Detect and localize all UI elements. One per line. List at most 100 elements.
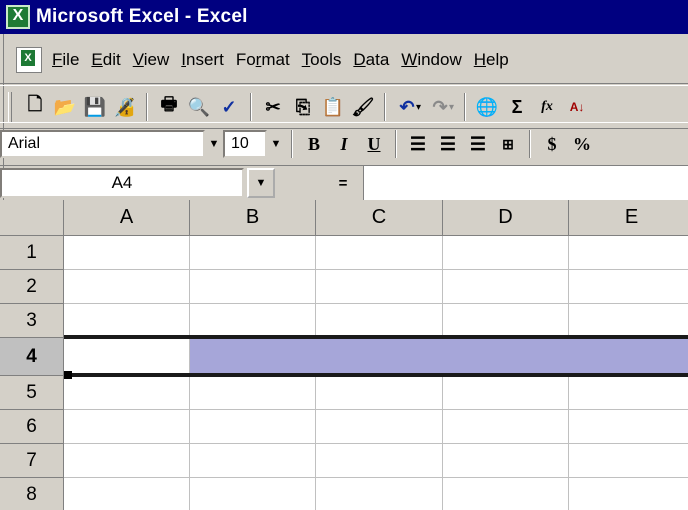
bold-button[interactable]: B (299, 129, 329, 159)
cell-b5[interactable] (190, 376, 316, 410)
print-preview-icon[interactable]: 🔍 (184, 92, 214, 122)
cell-d8[interactable] (443, 478, 569, 510)
menu-view[interactable]: View (133, 50, 170, 70)
cell-b6[interactable] (190, 410, 316, 444)
column-header-b[interactable]: B (190, 200, 316, 236)
font-name-field[interactable]: Arial (0, 130, 205, 158)
copy-icon[interactable]: ⎘ (288, 92, 318, 122)
cell-b3[interactable] (190, 304, 316, 338)
name-box[interactable]: A4 (0, 168, 244, 198)
currency-button[interactable]: $ (537, 129, 567, 159)
column-header-e[interactable]: E (569, 200, 688, 236)
menu-help[interactable]: Help (474, 50, 509, 70)
column-header-c[interactable]: C (316, 200, 443, 236)
spelling-icon[interactable]: ✓ (214, 92, 244, 122)
column-header-d[interactable]: D (443, 200, 569, 236)
cut-icon[interactable]: ✂ (258, 92, 288, 122)
cell-d5[interactable] (443, 376, 569, 410)
cell-d6[interactable] (443, 410, 569, 444)
cell-b4[interactable] (190, 338, 316, 376)
toolbar-grip[interactable] (8, 92, 12, 122)
align-left-icon[interactable]: ☰ (403, 129, 433, 159)
cell-b2[interactable] (190, 270, 316, 304)
cell-e7[interactable] (569, 444, 688, 478)
percent-button[interactable]: % (567, 129, 597, 159)
font-size-dropdown-icon[interactable]: ▼ (267, 130, 285, 158)
row-header-6[interactable]: 6 (0, 410, 64, 444)
cell-d4[interactable] (443, 338, 569, 376)
cell-c3[interactable] (316, 304, 443, 338)
worksheet-grid[interactable]: ABCDE 12345678 (0, 200, 688, 510)
row-header-8[interactable]: 8 (0, 478, 64, 510)
cell-a2[interactable] (64, 270, 190, 304)
row-header-3[interactable]: 3 (0, 304, 64, 338)
menu-window[interactable]: Window (401, 50, 461, 70)
fill-handle[interactable] (64, 371, 72, 379)
paste-icon[interactable]: 📋 (318, 92, 348, 122)
menu-format[interactable]: Format (236, 50, 290, 70)
cell-a5[interactable] (64, 376, 190, 410)
cell-e6[interactable] (569, 410, 688, 444)
cell-d1[interactable] (443, 236, 569, 270)
workbook-icon[interactable] (16, 46, 42, 73)
cell-e4[interactable] (569, 338, 688, 376)
cell-d3[interactable] (443, 304, 569, 338)
menu-tools[interactable]: Tools (302, 50, 342, 70)
cell-b7[interactable] (190, 444, 316, 478)
autosum-icon[interactable]: Σ (502, 92, 532, 122)
font-size-field[interactable]: 10 (223, 130, 267, 158)
cell-c1[interactable] (316, 236, 443, 270)
cell-b1[interactable] (190, 236, 316, 270)
row-header-5[interactable]: 5 (0, 376, 64, 410)
font-dropdown-icon[interactable]: ▼ (205, 130, 223, 158)
row-header-2[interactable]: 2 (0, 270, 64, 304)
cell-e2[interactable] (569, 270, 688, 304)
permission-icon[interactable]: 🔏 (110, 92, 140, 122)
excel-app-icon[interactable]: X (6, 5, 30, 29)
cell-a1[interactable] (64, 236, 190, 270)
undo-dropdown-icon[interactable]: ▾ (416, 102, 421, 113)
cell-a6[interactable] (64, 410, 190, 444)
new-icon[interactable]: 🗋 (20, 92, 50, 122)
menu-insert[interactable]: Insert (181, 50, 224, 70)
cell-e5[interactable] (569, 376, 688, 410)
name-box-dropdown-icon[interactable]: ▼ (247, 168, 275, 198)
print-icon[interactable]: 🖶 (154, 92, 184, 122)
column-header-a[interactable]: A (64, 200, 190, 236)
function-icon[interactable]: fx (532, 92, 562, 122)
open-icon[interactable]: 📂 (50, 92, 80, 122)
cell-c8[interactable] (316, 478, 443, 510)
cell-d2[interactable] (443, 270, 569, 304)
align-center-icon[interactable]: ☰ (433, 129, 463, 159)
cell-e8[interactable] (569, 478, 688, 510)
menu-data[interactable]: Data (353, 50, 389, 70)
cell-c6[interactable] (316, 410, 443, 444)
formula-input[interactable] (363, 166, 688, 200)
menu-file[interactable]: File (52, 50, 79, 70)
title-bar[interactable]: X Microsoft Excel - Excel (0, 0, 688, 34)
merge-center-icon[interactable]: ⊞ (493, 129, 523, 159)
cell-c5[interactable] (316, 376, 443, 410)
cell-a7[interactable] (64, 444, 190, 478)
italic-button[interactable]: I (329, 129, 359, 159)
row-header-1[interactable]: 1 (0, 236, 64, 270)
cell-a3[interactable] (64, 304, 190, 338)
sort-icon[interactable]: A↓ (562, 92, 592, 122)
format-painter-icon[interactable]: 🖌 (348, 92, 378, 122)
hyperlink-icon[interactable]: 🌐 (472, 92, 502, 122)
underline-button[interactable]: U (359, 129, 389, 159)
cell-c4[interactable] (316, 338, 443, 376)
cell-e3[interactable] (569, 304, 688, 338)
row-header-7[interactable]: 7 (0, 444, 64, 478)
edit-formula-button[interactable]: = (323, 175, 363, 192)
cell-a4[interactable] (64, 338, 190, 376)
menu-edit[interactable]: Edit (91, 50, 120, 70)
cell-d7[interactable] (443, 444, 569, 478)
cell-e1[interactable] (569, 236, 688, 270)
save-icon[interactable]: 💾 (80, 92, 110, 122)
align-right-icon[interactable]: ☰ (463, 129, 493, 159)
cell-b8[interactable] (190, 478, 316, 510)
redo-dropdown-icon[interactable]: ▾ (449, 102, 454, 113)
select-all-button[interactable] (0, 200, 64, 236)
row-header-4[interactable]: 4 (0, 338, 64, 376)
